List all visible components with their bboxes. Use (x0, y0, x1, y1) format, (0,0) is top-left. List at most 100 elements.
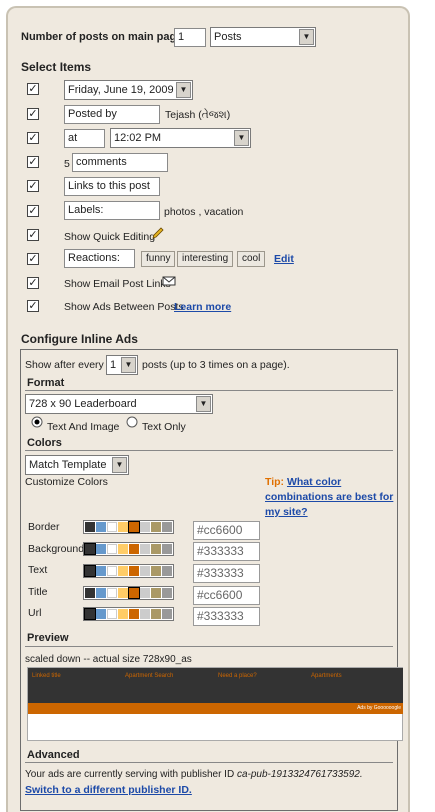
color-swatches[interactable] (83, 564, 174, 578)
color-hex-input[interactable]: #cc6600 (193, 586, 260, 605)
reactions-edit-link[interactable]: Edit (274, 253, 294, 265)
comment-count: 5 (64, 158, 70, 170)
swatch[interactable] (140, 566, 150, 576)
swatch[interactable] (118, 588, 128, 598)
swatch[interactable] (118, 522, 128, 532)
swatch[interactable] (140, 609, 150, 619)
posts-count-input[interactable]: 1 (174, 28, 206, 47)
swatch[interactable] (140, 522, 150, 532)
email-links-checkbox[interactable]: ✓ (27, 277, 39, 289)
ad-link[interactable]: Apartments (311, 673, 342, 679)
labels-checkbox[interactable]: ✓ (27, 205, 39, 217)
reaction-interesting-button[interactable]: interesting (177, 251, 234, 267)
swatch[interactable] (96, 522, 106, 532)
swatch[interactable] (85, 588, 95, 598)
swatch[interactable] (129, 566, 139, 576)
show-after-prefix: Show after every (25, 359, 104, 371)
swatch[interactable] (96, 609, 106, 619)
swatch[interactable] (151, 544, 161, 554)
time-prefix-input[interactable]: at (64, 129, 105, 148)
reactions-input[interactable]: Reactions: (64, 249, 135, 268)
swatch[interactable] (162, 544, 172, 554)
tip-link[interactable]: What color combinations are best for my … (265, 476, 393, 518)
show-after-value: 1 (110, 359, 117, 371)
time-checkbox[interactable]: ✓ (27, 132, 39, 144)
swatch[interactable] (162, 588, 172, 598)
swatch[interactable] (84, 565, 96, 577)
swatch[interactable] (128, 587, 140, 599)
show-after-select[interactable]: 1 ▼ (106, 355, 138, 375)
swatch[interactable] (107, 544, 117, 554)
radio-text-only[interactable] (126, 416, 138, 428)
ads-between-checkbox[interactable]: ✓ (27, 300, 39, 312)
swatch[interactable] (107, 522, 117, 532)
color-hex-input[interactable]: #cc6600 (193, 521, 260, 540)
color-hex-input[interactable]: #333333 (193, 542, 260, 561)
swatch[interactable] (84, 543, 96, 555)
swatch[interactable] (84, 608, 96, 620)
swatch[interactable] (151, 609, 161, 619)
swatch[interactable] (151, 566, 161, 576)
reaction-cool-button[interactable]: cool (237, 251, 266, 267)
swatch[interactable] (140, 544, 150, 554)
colors-heading: Colors (27, 437, 62, 449)
swatch[interactable] (151, 588, 161, 598)
color-hex-input[interactable]: #333333 (193, 564, 260, 583)
swatch[interactable] (140, 588, 150, 598)
ads-between-label: Show Ads Between Posts (64, 301, 184, 313)
swatch[interactable] (96, 544, 106, 554)
links-checkbox[interactable]: ✓ (27, 180, 39, 192)
switch-publisher-link[interactable]: Switch to a different publisher ID. (25, 784, 192, 796)
color-swatches[interactable] (83, 586, 174, 600)
swatch[interactable] (151, 522, 161, 532)
radio-text-image[interactable] (31, 416, 43, 428)
color-swatches[interactable] (83, 607, 174, 621)
labels-input[interactable]: Labels: (64, 201, 160, 220)
date-format-value: Friday, June 19, 2009 (68, 84, 174, 96)
preview-caption: scaled down -- actual size 728x90_as (25, 654, 192, 665)
ad-format-select[interactable]: 728 x 90 Leaderboard ▼ (25, 394, 213, 414)
swatch[interactable] (118, 609, 128, 619)
swatch[interactable] (96, 566, 106, 576)
ad-preview-body: Linked title Apartment Search Need a pla… (28, 668, 403, 703)
swatch[interactable] (118, 566, 128, 576)
publisher-text: Your ads are currently serving with publ… (25, 769, 363, 780)
color-swatches[interactable] (83, 542, 174, 556)
reaction-funny-button[interactable]: funny (141, 251, 176, 267)
email-links-label: Show Email Post Links (64, 278, 171, 290)
swatch[interactable] (129, 609, 139, 619)
posts-unit-select[interactable]: Posts ▼ (210, 27, 316, 47)
links-input[interactable]: Links to this post (64, 177, 160, 196)
color-row-label: Background (28, 543, 85, 555)
posted-by-input[interactable]: Posted by (64, 105, 160, 124)
swatch[interactable] (96, 588, 106, 598)
comments-checkbox[interactable]: ✓ (27, 156, 39, 168)
date-format-select[interactable]: Friday, June 19, 2009 ▼ (64, 80, 193, 100)
swatch[interactable] (128, 521, 140, 533)
swatch[interactable] (162, 566, 172, 576)
comments-input[interactable]: comments (72, 153, 168, 172)
swatch[interactable] (118, 544, 128, 554)
color-swatches[interactable] (83, 520, 174, 534)
ad-link[interactable]: Linked title (32, 673, 61, 679)
swatch[interactable] (107, 609, 117, 619)
ads-by-label[interactable]: Ads by Goooooogle (357, 705, 401, 711)
swatch[interactable] (162, 609, 172, 619)
ad-link[interactable]: Need a place? (218, 673, 257, 679)
format-heading: Format (27, 377, 65, 389)
color-scheme-select[interactable]: Match Template ▼ (25, 455, 129, 475)
swatch[interactable] (107, 588, 117, 598)
quick-edit-checkbox[interactable]: ✓ (27, 229, 39, 241)
posted-by-checkbox[interactable]: ✓ (27, 108, 39, 120)
divider (25, 646, 393, 647)
swatch[interactable] (162, 522, 172, 532)
color-hex-input[interactable]: #333333 (193, 607, 260, 626)
time-format-select[interactable]: 12:02 PM ▼ (110, 128, 251, 148)
ad-link[interactable]: Apartment Search (125, 673, 173, 679)
swatch[interactable] (129, 544, 139, 554)
reactions-checkbox[interactable]: ✓ (27, 253, 39, 265)
date-checkbox[interactable]: ✓ (27, 83, 39, 95)
swatch[interactable] (107, 566, 117, 576)
learn-more-link[interactable]: Learn more (174, 301, 231, 313)
swatch[interactable] (85, 522, 95, 532)
